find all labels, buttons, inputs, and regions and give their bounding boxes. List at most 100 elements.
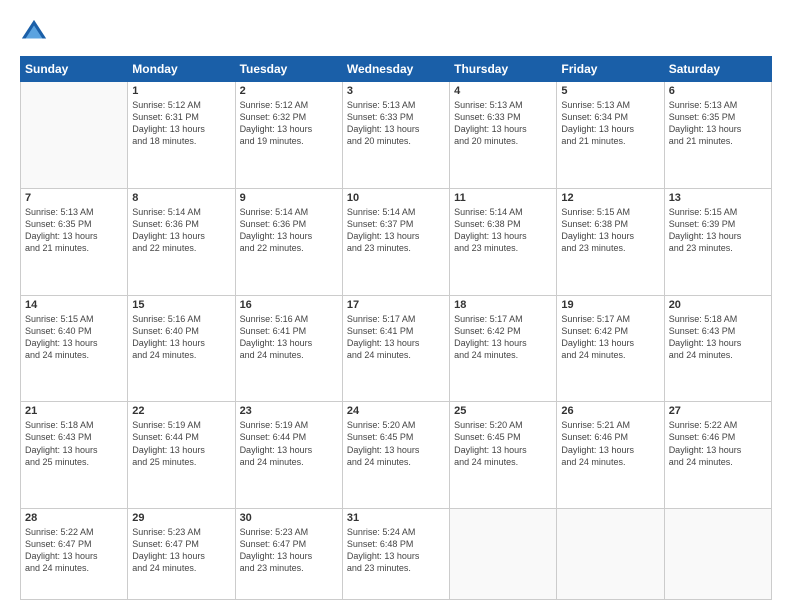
calendar-week-row: 21 Sunrise: 5:18 AM Sunset: 6:43 PM Dayli… [21,402,772,509]
day-number: 12 [561,192,659,204]
calendar-cell: 1 Sunrise: 5:12 AM Sunset: 6:31 PM Daylig… [128,82,235,189]
calendar-cell: 27 Sunrise: 5:22 AM Sunset: 6:46 PM Dayli… [664,402,771,509]
calendar-cell: 21 Sunrise: 5:18 AM Sunset: 6:43 PM Dayli… [21,402,128,509]
day-info: Sunrise: 5:13 AM Sunset: 6:33 PM Dayligh… [454,99,552,148]
logo-icon [20,18,48,46]
day-info: Sunrise: 5:15 AM Sunset: 6:38 PM Dayligh… [561,206,659,255]
day-number: 14 [25,299,123,311]
calendar-cell: 12 Sunrise: 5:15 AM Sunset: 6:38 PM Dayli… [557,188,664,295]
calendar-cell: 10 Sunrise: 5:14 AM Sunset: 6:37 PM Dayli… [342,188,449,295]
day-number: 16 [240,299,338,311]
day-number: 7 [25,192,123,204]
calendar-cell [450,509,557,600]
day-info: Sunrise: 5:14 AM Sunset: 6:36 PM Dayligh… [240,206,338,255]
weekday-header: Sunday [21,57,128,82]
day-number: 8 [132,192,230,204]
day-number: 31 [347,512,445,524]
calendar-cell: 13Sunrise: 5:15 AM Sunset: 6:39 PM Dayli… [664,188,771,295]
calendar-cell: 4 Sunrise: 5:13 AM Sunset: 6:33 PM Daylig… [450,82,557,189]
day-info: Sunrise: 5:22 AM Sunset: 6:46 PM Dayligh… [669,419,767,468]
day-number: 1 [132,85,230,97]
day-info: Sunrise: 5:13 AM Sunset: 6:35 PM Dayligh… [25,206,123,255]
day-info: Sunrise: 5:13 AM Sunset: 6:33 PM Dayligh… [347,99,445,148]
calendar-cell: 26Sunrise: 5:21 AM Sunset: 6:46 PM Dayli… [557,402,664,509]
day-info: Sunrise: 5:12 AM Sunset: 6:31 PM Dayligh… [132,99,230,148]
weekday-header: Tuesday [235,57,342,82]
day-number: 25 [454,405,552,417]
day-number: 20 [669,299,767,311]
day-number: 23 [240,405,338,417]
calendar-cell: 7 Sunrise: 5:13 AM Sunset: 6:35 PM Daylig… [21,188,128,295]
day-number: 3 [347,85,445,97]
day-info: Sunrise: 5:22 AM Sunset: 6:47 PM Dayligh… [25,526,123,575]
weekday-header: Wednesday [342,57,449,82]
day-info: Sunrise: 5:15 AM Sunset: 6:39 PM Dayligh… [669,206,767,255]
calendar-cell: 25 Sunrise: 5:20 AM Sunset: 6:45 PM Dayli… [450,402,557,509]
day-info: Sunrise: 5:24 AM Sunset: 6:48 PM Dayligh… [347,526,445,575]
day-number: 22 [132,405,230,417]
day-info: Sunrise: 5:23 AM Sunset: 6:47 PM Dayligh… [240,526,338,575]
calendar-cell: 15Sunrise: 5:16 AM Sunset: 6:40 PM Dayli… [128,295,235,402]
weekday-header: Friday [557,57,664,82]
day-info: Sunrise: 5:14 AM Sunset: 6:37 PM Dayligh… [347,206,445,255]
calendar-cell [664,509,771,600]
day-number: 18 [454,299,552,311]
calendar-week-row: 14 Sunrise: 5:15 AM Sunset: 6:40 PM Dayli… [21,295,772,402]
day-number: 6 [669,85,767,97]
calendar-cell: 23 Sunrise: 5:19 AM Sunset: 6:44 PM Dayli… [235,402,342,509]
day-number: 4 [454,85,552,97]
day-info: Sunrise: 5:19 AM Sunset: 6:44 PM Dayligh… [240,419,338,468]
day-info: Sunrise: 5:14 AM Sunset: 6:36 PM Dayligh… [132,206,230,255]
calendar-cell: 20 Sunrise: 5:18 AM Sunset: 6:43 PM Dayli… [664,295,771,402]
calendar-week-row: 28Sunrise: 5:22 AM Sunset: 6:47 PM Dayli… [21,509,772,600]
day-info: Sunrise: 5:18 AM Sunset: 6:43 PM Dayligh… [669,313,767,362]
day-number: 2 [240,85,338,97]
calendar-table: SundayMondayTuesdayWednesdayThursdayFrid… [20,56,772,600]
day-info: Sunrise: 5:14 AM Sunset: 6:38 PM Dayligh… [454,206,552,255]
calendar-body: 1 Sunrise: 5:12 AM Sunset: 6:31 PM Daylig… [21,82,772,600]
calendar-cell: 17 Sunrise: 5:17 AM Sunset: 6:41 PM Dayli… [342,295,449,402]
day-number: 24 [347,405,445,417]
day-number: 30 [240,512,338,524]
calendar-cell: 19Sunrise: 5:17 AM Sunset: 6:42 PM Dayli… [557,295,664,402]
calendar-cell: 28Sunrise: 5:22 AM Sunset: 6:47 PM Dayli… [21,509,128,600]
day-info: Sunrise: 5:20 AM Sunset: 6:45 PM Dayligh… [347,419,445,468]
day-number: 9 [240,192,338,204]
calendar-cell: 3 Sunrise: 5:13 AM Sunset: 6:33 PM Daylig… [342,82,449,189]
calendar-cell: 22Sunrise: 5:19 AM Sunset: 6:44 PM Dayli… [128,402,235,509]
day-number: 19 [561,299,659,311]
calendar-cell: 14 Sunrise: 5:15 AM Sunset: 6:40 PM Dayli… [21,295,128,402]
day-info: Sunrise: 5:15 AM Sunset: 6:40 PM Dayligh… [25,313,123,362]
day-info: Sunrise: 5:17 AM Sunset: 6:41 PM Dayligh… [347,313,445,362]
day-info: Sunrise: 5:12 AM Sunset: 6:32 PM Dayligh… [240,99,338,148]
day-number: 27 [669,405,767,417]
header [20,18,772,46]
day-number: 5 [561,85,659,97]
page: SundayMondayTuesdayWednesdayThursdayFrid… [0,0,792,612]
logo [20,18,52,46]
day-number: 26 [561,405,659,417]
weekday-row: SundayMondayTuesdayWednesdayThursdayFrid… [21,57,772,82]
day-number: 21 [25,405,123,417]
calendar-cell: 2 Sunrise: 5:12 AM Sunset: 6:32 PM Daylig… [235,82,342,189]
day-number: 17 [347,299,445,311]
day-info: Sunrise: 5:17 AM Sunset: 6:42 PM Dayligh… [454,313,552,362]
day-number: 11 [454,192,552,204]
day-info: Sunrise: 5:16 AM Sunset: 6:40 PM Dayligh… [132,313,230,362]
calendar-cell: 5Sunrise: 5:13 AM Sunset: 6:34 PM Daylig… [557,82,664,189]
day-info: Sunrise: 5:20 AM Sunset: 6:45 PM Dayligh… [454,419,552,468]
calendar-cell [21,82,128,189]
calendar-cell: 9 Sunrise: 5:14 AM Sunset: 6:36 PM Daylig… [235,188,342,295]
calendar-cell: 8 Sunrise: 5:14 AM Sunset: 6:36 PM Daylig… [128,188,235,295]
calendar-week-row: 7 Sunrise: 5:13 AM Sunset: 6:35 PM Daylig… [21,188,772,295]
calendar-week-row: 1 Sunrise: 5:12 AM Sunset: 6:31 PM Daylig… [21,82,772,189]
weekday-header: Saturday [664,57,771,82]
calendar-cell: 30 Sunrise: 5:23 AM Sunset: 6:47 PM Dayli… [235,509,342,600]
weekday-header: Thursday [450,57,557,82]
day-info: Sunrise: 5:23 AM Sunset: 6:47 PM Dayligh… [132,526,230,575]
day-number: 10 [347,192,445,204]
day-number: 29 [132,512,230,524]
calendar-cell: 31 Sunrise: 5:24 AM Sunset: 6:48 PM Dayli… [342,509,449,600]
day-info: Sunrise: 5:18 AM Sunset: 6:43 PM Dayligh… [25,419,123,468]
calendar-cell: 6Sunrise: 5:13 AM Sunset: 6:35 PM Daylig… [664,82,771,189]
